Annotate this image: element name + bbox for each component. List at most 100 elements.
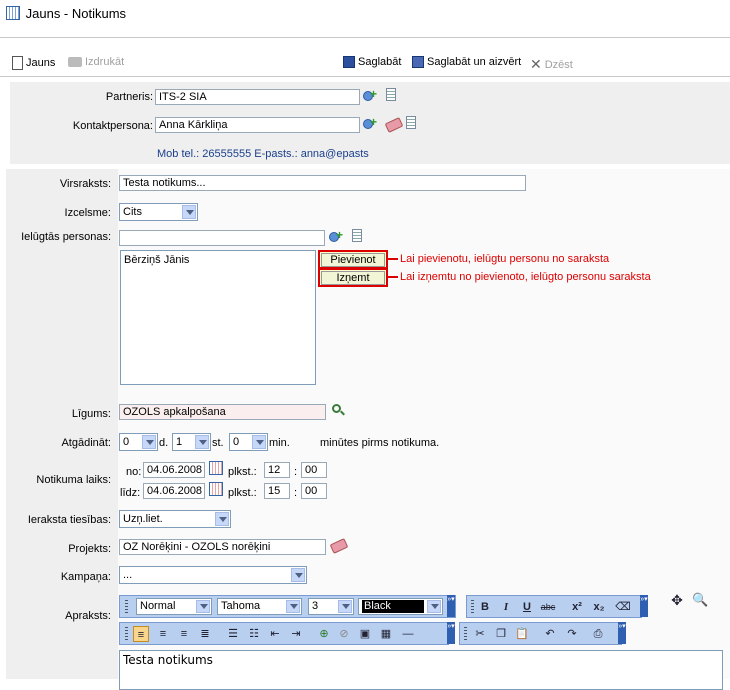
superscript-icon[interactable]: x² (569, 599, 585, 615)
description-label: Apraksts: (65, 610, 111, 622)
font-select[interactable]: Tahoma (217, 598, 302, 615)
toolbar: Jauns Izdrukāt Saglabāt Saglabāt un aizv… (10, 56, 730, 74)
strikethrough-icon[interactable]: abc (540, 599, 556, 615)
project-input[interactable]: OZ Norēķini - OZOLS norēķini (119, 539, 326, 555)
calendar-icon[interactable] (209, 461, 223, 475)
align-right-icon[interactable]: ≡ (176, 626, 192, 642)
cut-icon[interactable]: ✂ (472, 626, 488, 642)
redo-icon[interactable]: ↷ (564, 626, 580, 642)
calendar-icon[interactable] (209, 482, 223, 496)
campaign-select[interactable]: ... (119, 566, 307, 584)
print-button[interactable]: Izdrukāt (68, 56, 124, 68)
to-hour-input[interactable]: 15 (264, 483, 290, 499)
delete-button[interactable]: ✕ Dzēst (530, 56, 573, 73)
paste-icon[interactable]: 📋 (514, 626, 530, 642)
horizontal-rule-icon[interactable]: — (400, 626, 416, 642)
subject-input[interactable]: Testa notikums... (119, 175, 526, 191)
style-select[interactable]: Normal (136, 598, 212, 615)
to-minute-input[interactable]: 00 (301, 483, 327, 499)
font-value: Tahoma (221, 600, 261, 612)
divider (0, 37, 730, 38)
from-date-input[interactable]: 04.06.2008 (143, 462, 205, 478)
print-icon[interactable]: ⎙ (590, 626, 606, 642)
color-select[interactable]: Black (358, 598, 443, 615)
printer-icon (68, 57, 82, 67)
italic-icon[interactable]: I (498, 599, 514, 615)
partner-list-icon[interactable] (386, 88, 396, 101)
add-contact-icon[interactable] (363, 115, 379, 131)
remind-minutes-select[interactable]: 0 (229, 433, 268, 451)
search-icon[interactable] (332, 404, 341, 413)
window-title: Jauns - Notikums (25, 6, 127, 21)
remind-days-select[interactable]: 0 (119, 433, 158, 451)
unlink-icon[interactable]: ⊘ (336, 626, 352, 642)
toolbar-overflow-icon[interactable]: »▾ (447, 595, 455, 617)
bulleted-list-icon[interactable]: ☰ (225, 626, 241, 642)
add-invited-icon[interactable] (329, 228, 345, 244)
new-document-icon (12, 56, 23, 70)
remove-invited-button[interactable]: Izņemt (318, 268, 388, 287)
add-partner-icon[interactable] (363, 87, 379, 103)
editor-text: Testa notikums (123, 653, 213, 667)
chevron-down-icon (286, 600, 300, 613)
undo-icon[interactable]: ↶ (542, 626, 558, 642)
link-icon[interactable]: ⊕ (316, 626, 332, 642)
chevron-down-icon (291, 568, 305, 582)
add-invited-button[interactable]: Pievienot (318, 250, 388, 269)
remind-label: Atgādināt: (61, 437, 111, 449)
new-button[interactable]: Jauns (12, 56, 55, 70)
toolbar-overflow-icon[interactable]: »▾ (640, 595, 648, 617)
to-date-input[interactable]: 04.06.2008 (143, 483, 205, 499)
chevron-down-icon (142, 435, 156, 449)
hours-unit: st. (212, 437, 224, 449)
eraser-icon[interactable]: ⌫ (615, 599, 631, 615)
chevron-down-icon (195, 435, 209, 449)
origin-select[interactable]: Cits (119, 203, 198, 221)
from-hour-input[interactable]: 12 (264, 462, 290, 478)
contact-input[interactable]: Anna Kārkliņa (155, 117, 360, 133)
move-icon[interactable]: ✥ (669, 592, 685, 608)
table-icon[interactable]: ▦ (378, 626, 394, 642)
align-center-icon[interactable]: ≡ (155, 626, 171, 642)
editor-content-area[interactable]: Testa notikums (119, 650, 723, 690)
toolbar-grip[interactable] (464, 627, 467, 641)
toolbar-grip[interactable] (471, 600, 474, 614)
list-item[interactable]: Bērziņš Jānis (121, 251, 315, 269)
delete-label: Dzēst (544, 58, 573, 71)
numbered-list-icon[interactable]: ☷ (246, 626, 262, 642)
copy-icon[interactable]: ❐ (493, 626, 509, 642)
partner-input[interactable]: ITS-2 SIA (155, 89, 360, 105)
origin-label: Izcelsme: (64, 207, 111, 219)
from-minute-input[interactable]: 00 (301, 462, 327, 478)
toolbar-overflow-icon[interactable]: »▾ (447, 622, 455, 644)
origin-value: Cits (123, 206, 142, 218)
contact-list-icon[interactable] (406, 116, 416, 129)
bold-icon[interactable]: B (477, 599, 493, 615)
contract-input[interactable]: OZOLS apkalpošana (119, 404, 326, 420)
rights-value: Uzņ.liet. (123, 513, 163, 525)
editor-style-toolbar: B I U abc x² x₂ ⌫ (466, 595, 642, 618)
remind-hours-select[interactable]: 1 (172, 433, 211, 451)
invited-input[interactable] (119, 230, 325, 246)
invited-listbox[interactable]: Bērziņš Jānis (120, 250, 316, 385)
save-button[interactable]: Saglabāt (343, 56, 401, 68)
toolbar-overflow-icon[interactable]: »▾ (618, 622, 626, 644)
align-justify-icon[interactable]: ≣ (197, 626, 213, 642)
toolbar-grip[interactable] (125, 627, 128, 641)
image-icon[interactable]: ▣ (357, 626, 373, 642)
preview-icon[interactable]: 🔍 (692, 592, 708, 608)
chevron-down-icon (252, 435, 266, 449)
size-select[interactable]: 3 (308, 598, 354, 615)
indent-icon[interactable]: ⇥ (288, 626, 304, 642)
label-column (6, 169, 118, 679)
underline-icon[interactable]: U (519, 599, 535, 615)
toolbar-grip[interactable] (125, 600, 128, 614)
rights-select[interactable]: Uzņ.liet. (119, 510, 231, 528)
invited-list-icon[interactable] (352, 229, 362, 242)
subscript-icon[interactable]: x₂ (591, 599, 607, 615)
save-close-button[interactable]: Saglabāt un aizvērt (412, 56, 521, 68)
contract-label: Līgums: (71, 408, 111, 420)
campaign-value: ... (123, 569, 133, 581)
align-left-icon[interactable]: ≡ (133, 626, 149, 642)
outdent-icon[interactable]: ⇤ (267, 626, 283, 642)
